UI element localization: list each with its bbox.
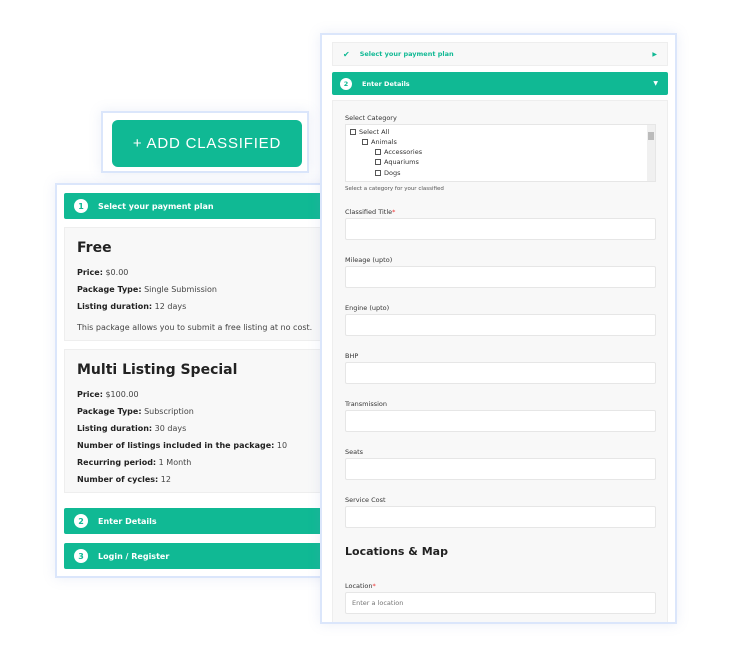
checkbox[interactable] [375,159,381,165]
field-label: Engine (upto) [345,304,390,312]
step-label: Select your payment plan [359,50,454,58]
step-number: 3 [74,549,88,563]
checkbox[interactable] [375,149,381,155]
field-label: Service Cost [345,496,386,504]
plan-row: Listing duration: 12 days [77,302,187,311]
details-panel: ✔ Select your payment plan ▶ 2 Enter Det… [320,33,677,624]
field-label: Seats [345,448,364,456]
location-input[interactable] [345,592,656,614]
step-enter-details[interactable]: 2 Enter Details [64,508,328,534]
scrollbar[interactable] [647,125,655,181]
field-label: Mileage (upto) [345,256,393,264]
plan-row: Package Type: Single Submission [77,285,217,294]
location-label: Location* [345,582,376,590]
section-title: Locations & Map [345,545,448,558]
category-help: Select a category for your classified [345,186,444,192]
plan-row: Recurring period: 1 Month [77,458,192,467]
category-label: Select Category [345,114,397,122]
field-label: Classified Title* [345,208,396,216]
add-classified-frame: + ADD CLASSIFIED [101,111,309,173]
category-option[interactable]: Aquariums [375,158,419,166]
step-label: Select your payment plan [98,201,214,211]
step-label: Enter Details [98,516,157,526]
step-label: Enter Details [362,79,410,88]
category-option[interactable]: Animals [362,138,397,146]
caret-down-icon: ▼ [653,80,658,87]
field-input[interactable] [345,314,656,336]
check-icon: ✔ [343,49,350,59]
field-input[interactable] [345,218,656,240]
field-input[interactable] [345,458,656,480]
step-select-plan-done[interactable]: ✔ Select your payment plan ▶ [332,42,668,66]
category-option[interactable]: Select All [350,128,389,136]
plan-row: Price: $0.00 [77,268,129,277]
payment-plan-panel: 1 Select your payment plan Free Price: $0… [55,183,330,578]
checkbox[interactable] [362,139,368,145]
step-select-plan[interactable]: 1 Select your payment plan [64,193,328,219]
step-enter-details-active[interactable]: 2 Enter Details ▼ [332,72,668,95]
plan-row: Price: $100.00 [77,390,139,399]
step-login-register[interactable]: 3 Login / Register [64,543,328,569]
step-number: 1 [74,199,88,213]
field-input[interactable] [345,362,656,384]
plan-title: Multi Listing Special [77,362,238,378]
plan-description: This package allows you to submit a free… [77,323,313,332]
field-label: Transmission [345,400,387,408]
field-input[interactable] [345,506,656,528]
step-number: 2 [340,77,352,90]
checkbox[interactable] [350,129,356,135]
step-number: 2 [74,514,88,528]
plan-card-multi[interactable]: Multi Listing Special Price: $100.00 Pac… [64,349,328,493]
plan-row: Listing duration: 30 days [77,424,187,433]
category-tree[interactable]: Select All Animals Accessories Aquariums… [345,124,656,182]
add-classified-button[interactable]: + ADD CLASSIFIED [112,120,302,167]
field-input[interactable] [345,410,656,432]
category-option[interactable]: Dogs [375,169,401,177]
field-label: BHP [345,352,359,360]
plan-row: Number of listings included in the packa… [77,441,288,450]
category-option[interactable]: Accessories [375,148,422,156]
plan-title: Free [77,240,112,256]
details-form: Select Category Select All Animals Acces… [332,100,668,622]
checkbox[interactable] [375,170,381,176]
plan-row: Number of cycles: 12 [77,475,171,484]
field-input[interactable] [345,266,656,288]
step-label: Login / Register [98,551,170,561]
plan-card-free[interactable]: Free Price: $0.00 Package Type: Single S… [64,227,328,341]
plan-row: Package Type: Subscription [77,407,194,416]
caret-right-icon: ▶ [652,50,657,58]
